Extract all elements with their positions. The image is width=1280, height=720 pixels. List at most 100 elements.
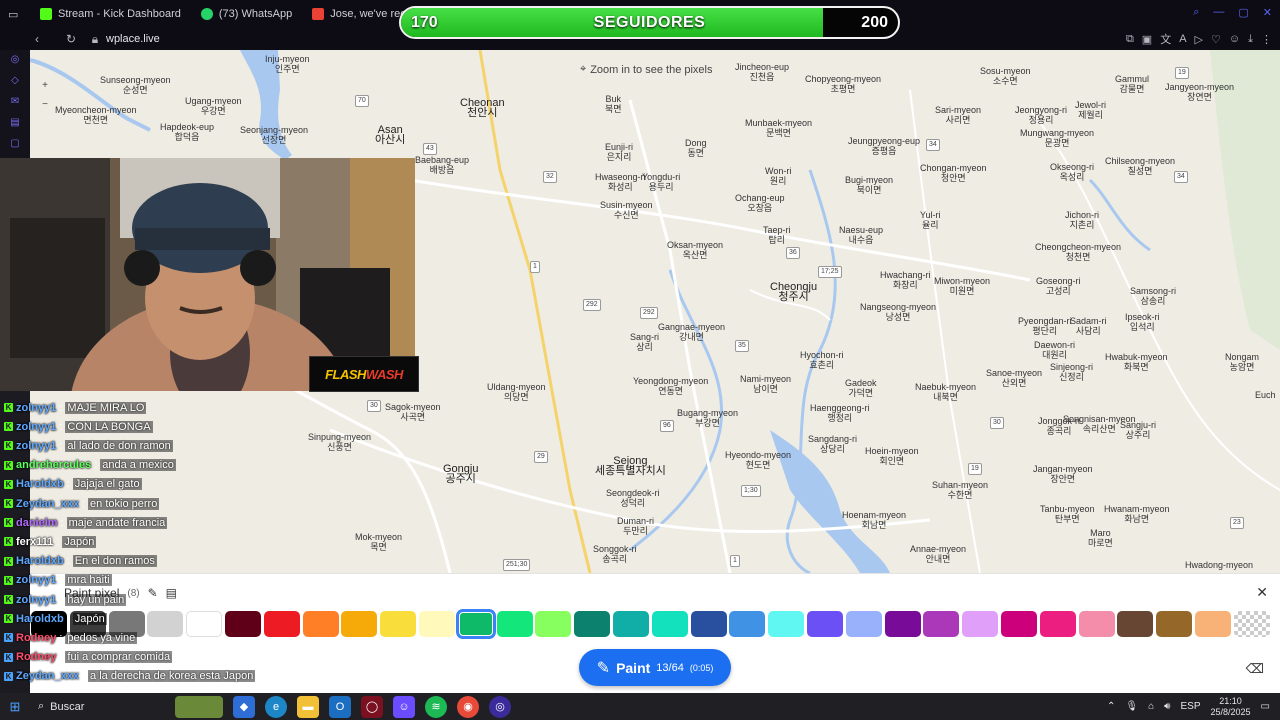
favorite-icon[interactable]: ♡ bbox=[1211, 33, 1221, 46]
close-icon[interactable]: ✕ bbox=[1263, 6, 1272, 19]
tab-kick[interactable]: Stream - Kick Dashboard bbox=[30, 0, 191, 28]
color-swatch[interactable] bbox=[419, 611, 455, 637]
color-swatch[interactable] bbox=[845, 611, 882, 637]
chat-username[interactable]: zolnyy1 bbox=[16, 574, 56, 586]
play-icon[interactable]: ▷ bbox=[1195, 33, 1203, 46]
edge-icon[interactable]: e bbox=[265, 695, 287, 718]
color-swatch[interactable] bbox=[768, 611, 805, 637]
tab-actions-icon[interactable]: ▭ bbox=[0, 0, 30, 28]
color-swatch[interactable] bbox=[807, 611, 843, 637]
place-name-korean: 두만리 bbox=[623, 526, 648, 536]
discord-icon[interactable]: ☺ bbox=[393, 695, 415, 718]
read-aloud-icon[interactable]: A bbox=[1179, 33, 1186, 45]
widget-icon[interactable] bbox=[175, 695, 223, 718]
map-place-label: Jewol-ri 제월리 bbox=[1075, 100, 1106, 120]
map-place-label: Yongdu-ri 용두리 bbox=[642, 172, 680, 192]
url-field[interactable]: wplace.live bbox=[106, 33, 160, 45]
map-place-label: Hwanam-myeon 화남면 bbox=[1104, 504, 1170, 524]
color-swatch[interactable] bbox=[613, 611, 649, 637]
search-icon[interactable]: ⌕ bbox=[1193, 6, 1199, 19]
opera-icon[interactable]: ◯ bbox=[361, 695, 383, 718]
chat-username[interactable]: Haroldxb bbox=[16, 555, 64, 567]
color-swatch[interactable] bbox=[1233, 611, 1270, 637]
spotify-icon[interactable]: ≋ bbox=[425, 695, 447, 718]
microphone-icon[interactable]: 🎙︎ bbox=[1125, 701, 1138, 712]
chat-username[interactable]: zolnyy1 bbox=[16, 440, 56, 452]
download-icon[interactable]: ⤓ bbox=[1248, 33, 1253, 46]
tab-whatsapp[interactable]: (73) WhatsApp bbox=[191, 0, 302, 28]
color-swatch[interactable] bbox=[341, 611, 378, 637]
obs-icon[interactable]: ◎ bbox=[489, 695, 511, 718]
color-swatch[interactable] bbox=[1001, 611, 1037, 637]
color-swatch[interactable] bbox=[923, 611, 960, 637]
place-name-korean: 장연면 bbox=[1187, 92, 1212, 102]
windows-start-icon[interactable]: ⊞ bbox=[0, 699, 30, 715]
twitch-icon[interactable]: ▢ bbox=[10, 138, 19, 149]
chrome-icon[interactable]: ◉ bbox=[457, 695, 479, 718]
chat-username[interactable]: zolnyy1 bbox=[16, 421, 56, 433]
refresh-icon[interactable]: ↻ bbox=[62, 32, 80, 46]
chat-username[interactable]: Rodney bbox=[16, 632, 56, 644]
clock[interactable]: 21:10 25/8/2025 bbox=[1211, 696, 1251, 718]
minimize-icon[interactable]: — bbox=[1213, 6, 1224, 19]
color-swatch[interactable] bbox=[302, 611, 339, 637]
color-swatch[interactable] bbox=[729, 611, 766, 637]
color-swatch[interactable] bbox=[1195, 611, 1231, 637]
chat-username[interactable]: Haroldxb bbox=[16, 478, 64, 490]
map-place-label: Okseong-ri 옥성리 bbox=[1050, 162, 1094, 182]
place-name: Daewon-ri bbox=[1034, 340, 1076, 350]
color-swatch[interactable] bbox=[1078, 611, 1115, 637]
screenshot-icon[interactable]: ▣ bbox=[1142, 33, 1152, 46]
chat-username[interactable]: Zeydan_xxx bbox=[16, 498, 79, 510]
chat-text: Japón bbox=[72, 612, 107, 625]
chat-username[interactable]: andrehercules bbox=[16, 459, 91, 471]
file-explorer-icon[interactable]: ▬ bbox=[297, 695, 319, 718]
copilot-app-icon[interactable]: ◆ bbox=[233, 695, 255, 718]
language-indicator[interactable]: ESP bbox=[1180, 701, 1200, 712]
color-swatch[interactable] bbox=[884, 611, 921, 637]
color-swatch[interactable] bbox=[496, 611, 533, 637]
place-name-korean: 평단리 bbox=[1032, 326, 1058, 336]
color-swatch[interactable] bbox=[1156, 611, 1193, 637]
teams-icon[interactable]: ▤ bbox=[10, 117, 19, 128]
profile-icon[interactable]: ☺ bbox=[1229, 33, 1240, 45]
mail-icon[interactable]: ✉ bbox=[11, 96, 19, 107]
color-swatch[interactable] bbox=[574, 611, 611, 637]
color-swatch[interactable] bbox=[962, 611, 999, 637]
chat-username[interactable]: ferx111 bbox=[16, 536, 53, 548]
chat-username[interactable]: danielm bbox=[16, 517, 58, 529]
outlook-icon[interactable]: O bbox=[329, 695, 351, 718]
paint-button[interactable]: ✎ Paint 13/64 (0:05) bbox=[579, 649, 731, 686]
maximize-icon[interactable]: ▢ bbox=[1238, 6, 1248, 19]
network-icon[interactable]: ⌂ bbox=[1148, 701, 1154, 712]
map-place-label: Duman-ri 두만리 bbox=[617, 516, 654, 536]
color-swatch[interactable] bbox=[690, 611, 727, 637]
color-swatch[interactable] bbox=[455, 609, 496, 639]
place-name: Samsong-ri bbox=[1130, 286, 1177, 296]
chat-username[interactable]: Haroldxb bbox=[16, 613, 64, 625]
color-swatch[interactable] bbox=[1039, 611, 1076, 637]
chat-username[interactable]: Zeydan_xxx bbox=[16, 670, 79, 682]
notification-icon[interactable]: ▭ bbox=[1261, 701, 1270, 712]
zoom-out-icon[interactable]: − bbox=[42, 99, 48, 110]
chat-username[interactable]: zolnyy1 bbox=[16, 402, 56, 414]
chat-username[interactable]: Rodney bbox=[16, 651, 56, 663]
taskbar-search[interactable]: ⌕ Buscar bbox=[30, 693, 170, 720]
color-swatch[interactable] bbox=[380, 611, 417, 637]
translate-icon[interactable]: 文 bbox=[1160, 31, 1171, 47]
close-panel-icon[interactable]: ✕ bbox=[1256, 584, 1268, 601]
color-swatch[interactable] bbox=[651, 611, 688, 637]
back-icon[interactable]: ‹ bbox=[28, 32, 46, 46]
zoom-in-icon[interactable]: + bbox=[42, 80, 48, 91]
copilot-icon[interactable]: ◎ bbox=[11, 54, 20, 65]
volume-icon[interactable]: 🔊︎ bbox=[1164, 701, 1170, 712]
eraser-icon[interactable]: ⌫ bbox=[1246, 661, 1264, 677]
chat-username[interactable]: zolnyy1 bbox=[16, 594, 56, 606]
highway-line bbox=[478, 50, 592, 573]
extension-icon[interactable]: ⧉ bbox=[1126, 33, 1134, 46]
color-swatch[interactable] bbox=[535, 611, 572, 637]
game-icon[interactable]: ◇ bbox=[11, 75, 19, 86]
menu-icon[interactable]: ⋮ bbox=[1261, 33, 1272, 46]
color-swatch[interactable] bbox=[1117, 611, 1154, 637]
chevron-up-icon[interactable]: ⌃ bbox=[1107, 701, 1115, 712]
